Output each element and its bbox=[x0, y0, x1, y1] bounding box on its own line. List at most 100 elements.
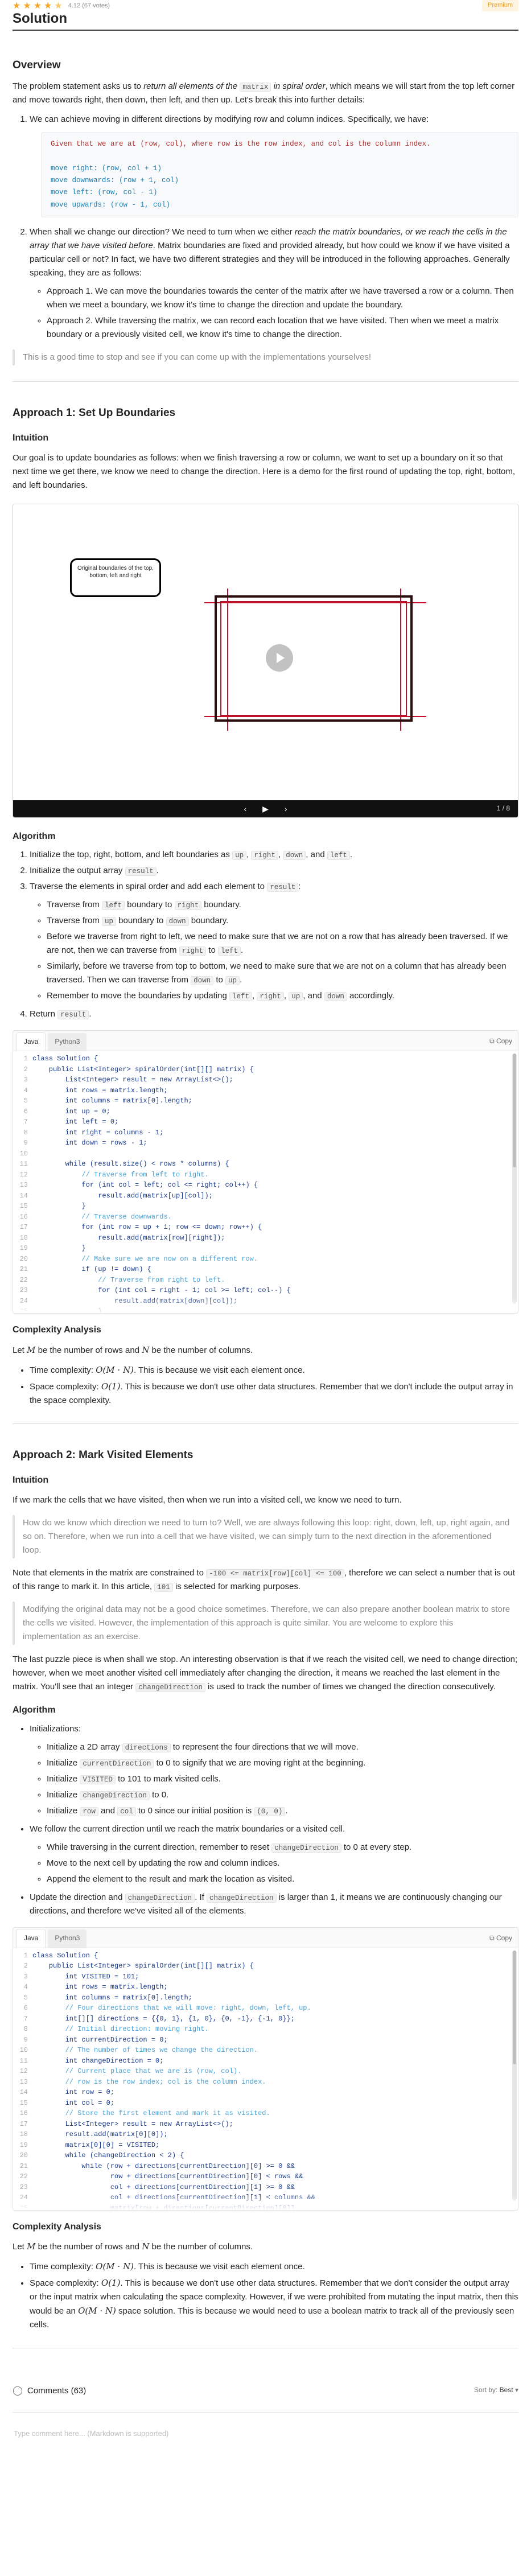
line-number: 3 bbox=[23, 1076, 28, 1084]
algorithm-heading: Algorithm bbox=[13, 1705, 56, 1715]
code-line: move right: (row, col + 1) bbox=[51, 164, 162, 172]
scrollbar[interactable] bbox=[512, 1950, 517, 2201]
inline-code: down bbox=[324, 992, 347, 1002]
comment-editor bbox=[13, 2412, 518, 2446]
list-item: When shall we change our direction? We n… bbox=[30, 225, 518, 341]
scrollbar[interactable] bbox=[512, 1054, 517, 1305]
code-line: } bbox=[32, 1202, 86, 1211]
algorithm-heading: Algorithm bbox=[13, 831, 56, 841]
text: to bbox=[208, 945, 216, 956]
play-overlay-icon[interactable] bbox=[266, 644, 293, 672]
line-number: 14 bbox=[19, 1191, 28, 1200]
line-number: 19 bbox=[19, 2141, 28, 2149]
code-line: while (changeDirection < 2) { bbox=[32, 2151, 184, 2160]
text: Time complexity: bbox=[30, 2262, 93, 2272]
code-line: // Traverse from left to right. bbox=[32, 1170, 209, 1179]
code-line: while (result.size() < rows * columns) { bbox=[32, 1160, 229, 1168]
tab-python3[interactable]: Python3 bbox=[48, 1929, 87, 1948]
inline-code: right bbox=[179, 947, 207, 956]
code-line: // row is the row index; col is the colu… bbox=[32, 2077, 266, 2086]
tab-java[interactable]: Java bbox=[17, 1032, 46, 1051]
approach2-heading: Approach 2: Mark Visited Elements bbox=[13, 1449, 194, 1462]
text: . If bbox=[195, 1892, 204, 1902]
text: and bbox=[101, 1805, 116, 1816]
line-number: 18 bbox=[19, 2130, 28, 2139]
list-item: Traverse the elements in spiral order an… bbox=[30, 880, 518, 1003]
list-item: Return result. bbox=[30, 1007, 518, 1021]
code-line: while (row + directions[currentDirection… bbox=[32, 2162, 295, 2170]
math: N bbox=[142, 1345, 150, 1356]
intuition-paragraph: Our goal is to update boundaries as foll… bbox=[13, 452, 516, 490]
tab-python3[interactable]: Python3 bbox=[48, 1033, 87, 1051]
code-line: // Current place that we are is (row, co… bbox=[32, 2067, 242, 2076]
play-icon[interactable]: ▶ bbox=[262, 803, 269, 815]
note-paragraph: Note that elements in the matrix are con… bbox=[13, 1566, 518, 1594]
code-block: Given that we are at (row, col), where r… bbox=[41, 132, 518, 217]
math: O(M · N) bbox=[96, 2261, 134, 2272]
overview-list: We can achieve moving in different direc… bbox=[13, 113, 518, 341]
text: be the number of rows and bbox=[38, 2242, 140, 2252]
code-line: result.add(matrix[0][0]); bbox=[32, 2130, 168, 2139]
text: Time complexity: bbox=[30, 1365, 93, 1376]
code-line: row + directions[currentDirection][0] < … bbox=[32, 2172, 303, 2181]
next-slide-icon[interactable]: › bbox=[285, 803, 287, 815]
text: to 0 at every step. bbox=[343, 1842, 412, 1852]
line-number: 10 bbox=[19, 2046, 28, 2055]
complexity-list: Time complexity: O(M · N). This is becau… bbox=[13, 2260, 518, 2332]
inline-code: row bbox=[80, 1807, 98, 1816]
inline-code: 101 bbox=[154, 1583, 173, 1592]
prev-slide-icon[interactable]: ‹ bbox=[244, 803, 246, 815]
code-source: class Solution { public List<Integer> sp… bbox=[32, 1051, 518, 1313]
code-line: int down = rows - 1; bbox=[32, 1139, 147, 1147]
inline-code: changeDirection bbox=[135, 1683, 205, 1693]
line-number: 22 bbox=[19, 1275, 28, 1284]
code-line: int currentDirection = 0; bbox=[32, 2035, 168, 2044]
article: Overview The problem statement asks us t… bbox=[0, 57, 531, 2446]
list-item: Before we traverse from right to left, w… bbox=[47, 930, 518, 957]
list-item: Update the direction and changeDirection… bbox=[30, 1891, 518, 1918]
text-emphasis: in spiral order bbox=[273, 81, 326, 92]
line-number: 20 bbox=[19, 2151, 28, 2160]
comment-input[interactable] bbox=[13, 2421, 518, 2446]
math: O(1) bbox=[101, 1381, 121, 1392]
chevron-down-icon: ▾ bbox=[514, 2386, 518, 2394]
text: boundary. bbox=[191, 916, 229, 926]
inline-code: -100 <= matrix[row][col] <= 100 bbox=[206, 1569, 344, 1579]
text: . This is because we visit each element … bbox=[133, 2262, 305, 2272]
text: boundary to bbox=[127, 900, 172, 910]
line-number: 22 bbox=[19, 2172, 28, 2181]
text: We follow the current direction until we… bbox=[30, 1824, 345, 1834]
code-line: public List<Integer> spiralOrder(int[][]… bbox=[32, 1065, 254, 1073]
text: Update the direction and bbox=[30, 1892, 123, 1902]
inline-code: result bbox=[57, 1010, 89, 1020]
list-item: Similarly, before we traverse from top t… bbox=[47, 960, 518, 987]
inline-code: col bbox=[117, 1807, 136, 1816]
copy-button[interactable]: ⧉ Copy bbox=[489, 1036, 512, 1047]
inline-code: right bbox=[251, 851, 278, 861]
text: boundary. bbox=[204, 900, 241, 910]
sort-dropdown[interactable]: Sort by: Best ▾ bbox=[474, 2385, 518, 2396]
text: to 0. bbox=[152, 1789, 169, 1800]
text: Space complexity: bbox=[30, 1382, 99, 1392]
line-number: 1 bbox=[23, 1055, 28, 1063]
code-editor[interactable]: 1234567891011121314151617181920212223242… bbox=[13, 1051, 518, 1314]
code-editor[interactable]: 1234567891011121314151617181920212223242… bbox=[13, 1948, 518, 2210]
text: Remember to move the boundaries by updat… bbox=[47, 991, 227, 1001]
tab-java[interactable]: Java bbox=[17, 1929, 46, 1948]
copy-button[interactable]: ⧉ Copy bbox=[489, 1933, 512, 1944]
list-item: We follow the current direction until we… bbox=[30, 1822, 518, 1886]
math: M bbox=[27, 1345, 36, 1356]
solution-title: Solution bbox=[13, 11, 67, 26]
slideshow[interactable]: Original boundaries of the top, bottom, … bbox=[13, 503, 518, 818]
line-number: 15 bbox=[19, 1202, 28, 1211]
text: Initialize the top, right, bottom, and l… bbox=[30, 850, 230, 860]
line-number: 20 bbox=[19, 1254, 28, 1263]
copy-label: Copy bbox=[496, 1933, 512, 1942]
list-item: Traverse from left boundary to right bou… bbox=[47, 898, 518, 912]
text: , and bbox=[303, 991, 322, 1001]
list-item: Time complexity: O(M · N). This is becau… bbox=[30, 2260, 518, 2274]
line-number: 13 bbox=[19, 2077, 28, 2086]
overview-heading: Overview bbox=[13, 59, 61, 71]
code-line: int rows = matrix.length; bbox=[32, 1086, 168, 1094]
